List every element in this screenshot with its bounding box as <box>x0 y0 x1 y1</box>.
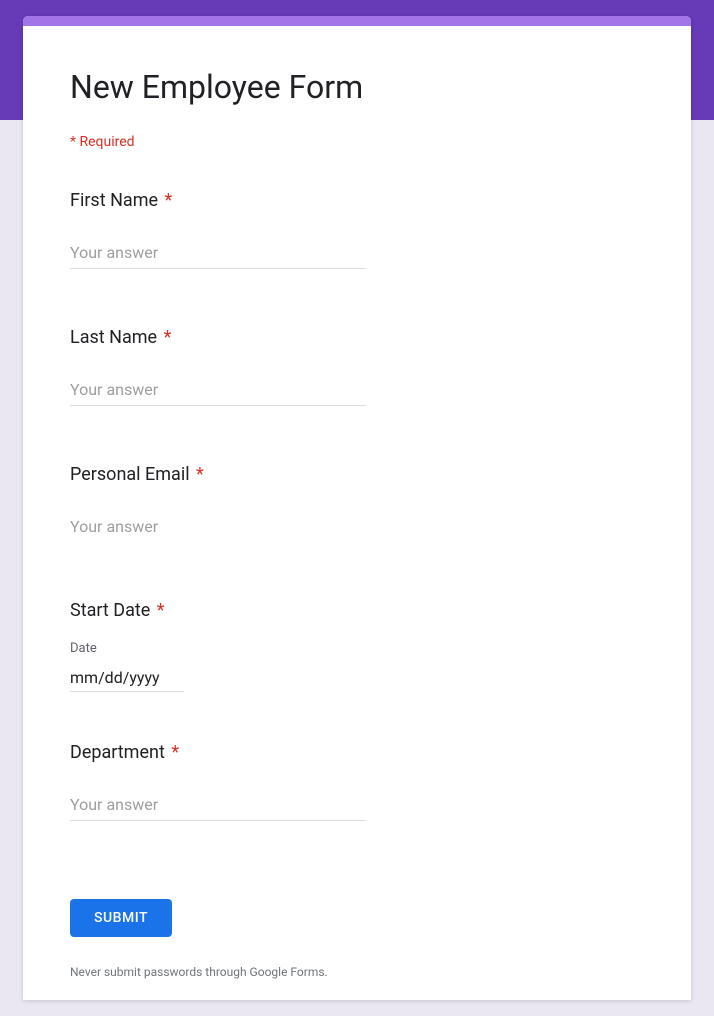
form-title: New Employee Form <box>70 68 644 106</box>
required-asterisk: * <box>165 190 173 211</box>
start-date-label: Start Date * <box>70 600 644 621</box>
last-name-input[interactable] <box>70 376 366 406</box>
footer-disclaimer: Never submit passwords through Google Fo… <box>70 965 644 979</box>
form-accent-border <box>23 16 691 26</box>
form-card: New Employee Form * Required First Name … <box>23 16 691 1000</box>
required-asterisk: * <box>157 600 165 621</box>
start-date-field: Start Date * Date <box>70 600 644 692</box>
first-name-field: First Name * <box>70 190 644 269</box>
personal-email-label: Personal Email * <box>70 464 644 485</box>
personal-email-field: Personal Email * Your answer <box>70 464 644 542</box>
start-date-input[interactable] <box>70 666 184 692</box>
required-asterisk: * <box>164 327 172 348</box>
last-name-field: Last Name * <box>70 327 644 406</box>
date-sublabel: Date <box>70 641 644 656</box>
required-asterisk: * <box>171 742 179 763</box>
first-name-label: First Name * <box>70 190 644 211</box>
required-indicator: * Required <box>70 134 644 150</box>
last-name-label: Last Name * <box>70 327 644 348</box>
submit-button[interactable]: SUBMIT <box>70 899 172 937</box>
personal-email-input[interactable]: Your answer <box>70 513 366 542</box>
required-asterisk: * <box>196 464 204 485</box>
department-input[interactable] <box>70 791 366 821</box>
department-label: Department * <box>70 742 644 763</box>
first-name-input[interactable] <box>70 239 366 269</box>
department-field: Department * <box>70 742 644 821</box>
